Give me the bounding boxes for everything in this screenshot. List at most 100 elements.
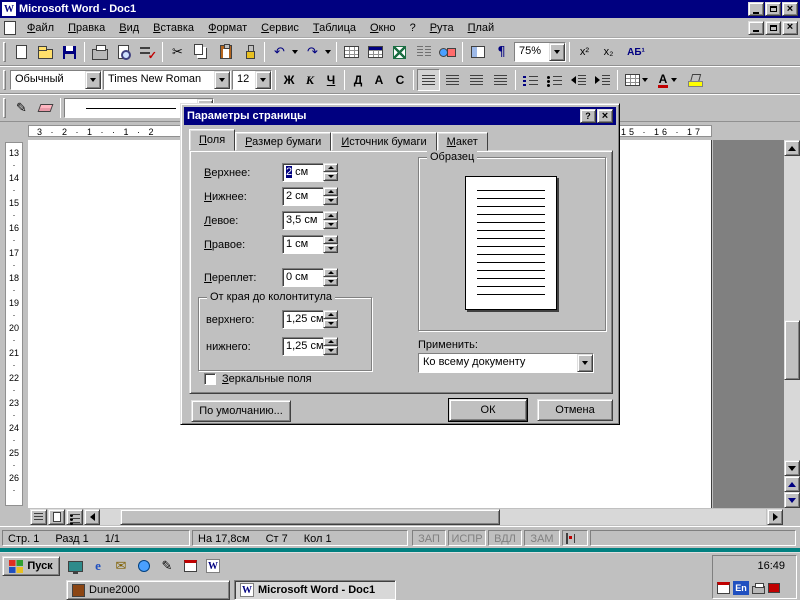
menu-help[interactable]: ? [403,19,423,37]
schedule-tray-icon[interactable] [717,582,730,594]
start-button[interactable]: Пуск [2,556,60,576]
menu-tools[interactable]: Сервис [254,19,306,37]
extra-letter-button-2[interactable]: А [369,69,389,91]
paste-button[interactable] [214,41,237,63]
schedule-quicklaunch-button[interactable] [181,557,199,575]
word-quicklaunch-button[interactable]: W [204,557,222,575]
close-button[interactable]: × [782,2,798,16]
font-size-dropdown-button[interactable] [255,71,271,89]
printer-tray-icon[interactable] [752,586,765,594]
tab-paper-source[interactable]: Источник бумаги [331,132,436,151]
highlight-button[interactable] [683,69,706,91]
show-paragraphs-button[interactable]: ¶ [490,41,513,63]
scroll-right-button[interactable] [767,509,783,525]
menu-edit[interactable]: Правка [61,19,112,37]
scroll-left-button[interactable] [84,509,100,525]
align-justify-button[interactable] [489,69,512,91]
spin-down-button[interactable] [323,220,338,229]
display-quicklaunch-button[interactable] [66,557,84,575]
overtype-indicator[interactable]: ЗАМ [524,530,560,546]
toolbar-grip[interactable] [3,42,6,62]
tray-clock[interactable]: 16:49 [757,560,785,572]
menu-ruta[interactable]: Рута [423,19,461,37]
apply-to-combobox[interactable]: Ко всему документу [418,353,594,373]
left-margin-field[interactable]: 3,5 см [282,211,338,230]
drawing-button[interactable] [436,41,459,63]
globe-quicklaunch-button[interactable] [135,557,153,575]
spelling-button[interactable]: ✓ [136,41,159,63]
tables-borders-button[interactable] [340,41,363,63]
print-button[interactable] [88,41,111,63]
page-layout-view-button[interactable] [48,509,65,525]
mail-quicklaunch-button[interactable]: ✉ [112,557,130,575]
vertical-scroll-thumb[interactable] [784,320,800,380]
vertical-scrollbar[interactable] [784,140,800,508]
toolbar-grip[interactable] [3,70,6,90]
footnote-button[interactable]: АБ¹ [621,41,651,63]
gutter-field[interactable]: 0 см [282,268,338,287]
open-button[interactable] [34,41,57,63]
spin-down-button[interactable] [323,172,338,181]
next-page-button[interactable] [784,492,800,508]
dialog-titlebar[interactable]: Параметры страницы ? × [184,107,616,125]
menu-window[interactable]: Окно [363,19,403,37]
spin-down-button[interactable] [323,244,338,253]
dialog-help-button[interactable]: ? [580,109,596,123]
scroll-down-button[interactable] [784,460,800,476]
redo-button[interactable]: ↷ [301,41,324,63]
align-right-button[interactable] [465,69,488,91]
restore-button[interactable] [765,2,781,16]
horizontal-scroll-thumb[interactable] [120,509,500,525]
default-button[interactable]: По умолчанию... [191,400,291,422]
menu-table[interactable]: Таблица [306,19,363,37]
footer-distance-field[interactable]: 1,25 см [282,337,338,356]
bottom-margin-field[interactable]: 2 см [282,187,338,206]
zoom-combobox[interactable]: 75% [514,42,566,62]
bold-button[interactable]: Ж [279,69,299,91]
vertical-ruler[interactable]: 13 14 15 16 17 18 19 20 21 22 23 24 25 2… [0,140,28,508]
scroll-up-button[interactable] [784,140,800,156]
window-titlebar[interactable]: W Microsoft Word - Doc1 × [0,0,800,18]
underline-button[interactable]: Ч [321,69,341,91]
redo-dropdown-button[interactable] [323,41,333,63]
decrease-indent-button[interactable] [567,69,590,91]
dialog-close-button[interactable]: × [597,109,613,123]
tab-paper-size[interactable]: Размер бумаги [235,132,331,151]
cut-button[interactable]: ✂ [166,41,189,63]
spin-down-button[interactable] [323,319,338,328]
normal-view-button[interactable] [30,509,47,525]
apply-to-dropdown-button[interactable] [577,354,593,372]
doc-close-button[interactable]: × [782,21,798,35]
spin-up-button[interactable] [323,337,338,346]
track-changes-indicator[interactable]: ИСПР [448,530,486,546]
spin-up-button[interactable] [323,187,338,196]
spin-down-button[interactable] [323,277,338,286]
taskbar-task-dune2000[interactable]: Dune2000 [66,580,230,600]
borders-dropdown-button[interactable] [621,69,651,91]
font-color-button[interactable]: А [652,69,682,91]
record-mode-indicator[interactable]: ЗАП [412,530,446,546]
previous-page-button[interactable] [784,476,800,492]
copy-button[interactable] [190,41,213,63]
columns-button[interactable] [412,41,435,63]
spin-up-button[interactable] [323,268,338,277]
horizontal-scroll-track[interactable] [100,509,766,525]
insert-table-button[interactable] [364,41,387,63]
menu-view[interactable]: Вид [112,19,146,37]
toolbar-grip[interactable] [3,98,6,118]
right-margin-field[interactable]: 1 см [282,235,338,254]
format-painter-button[interactable] [238,41,261,63]
align-left-button[interactable] [417,69,440,91]
spin-down-button[interactable] [323,346,338,355]
print-preview-button[interactable] [112,41,135,63]
numbered-list-button[interactable] [519,69,542,91]
spin-up-button[interactable] [323,163,338,172]
menu-insert[interactable]: Вставка [146,19,201,37]
superscript-button[interactable]: x² [573,41,596,63]
italic-button[interactable]: К [300,69,320,91]
taskbar-task-word[interactable]: W Microsoft Word - Doc1 [234,580,396,600]
document-map-button[interactable] [466,41,489,63]
draw-table-button[interactable]: ✎ [10,97,33,119]
extra-letter-button-1[interactable]: Д [348,69,368,91]
align-center-button[interactable] [441,69,464,91]
